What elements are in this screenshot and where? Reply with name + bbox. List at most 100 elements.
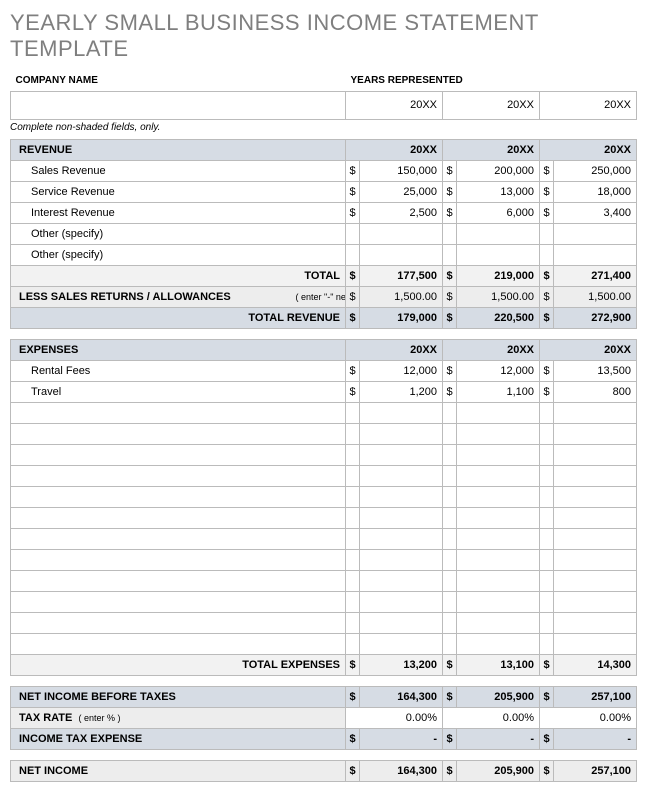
expense-row-v3[interactable] <box>554 507 637 528</box>
revenue-row-v2[interactable]: 13,000 <box>457 181 540 202</box>
expense-row-v3[interactable] <box>554 465 637 486</box>
expense-row-label[interactable] <box>11 612 346 633</box>
dollar-sign <box>443 423 457 444</box>
expense-row-v1[interactable] <box>360 570 443 591</box>
dollar-sign: $ <box>346 654 360 675</box>
expense-row-v1[interactable] <box>360 402 443 423</box>
expense-row-v1[interactable]: 12,000 <box>360 360 443 381</box>
expense-row-v1[interactable] <box>360 528 443 549</box>
expense-row-v3[interactable] <box>554 486 637 507</box>
revenue-row-v1[interactable]: 2,500 <box>360 202 443 223</box>
expense-row-v2[interactable]: 1,100 <box>457 381 540 402</box>
expense-row-v2[interactable] <box>457 549 540 570</box>
expense-row-label[interactable] <box>11 633 346 654</box>
expense-row-v3[interactable]: 800 <box>554 381 637 402</box>
expense-row-v2[interactable] <box>457 444 540 465</box>
revenue-row-v3[interactable]: 3,400 <box>554 202 637 223</box>
expense-row-label[interactable] <box>11 507 346 528</box>
less-returns-v1[interactable]: 1,500.00 <box>360 286 443 307</box>
less-returns-v3[interactable]: 1,500.00 <box>554 286 637 307</box>
expense-row-v2[interactable] <box>457 570 540 591</box>
total-revenue-label: TOTAL REVENUE <box>11 307 346 328</box>
expense-row-label[interactable] <box>11 423 346 444</box>
expense-row-v2[interactable] <box>457 423 540 444</box>
expense-row-v3[interactable] <box>554 444 637 465</box>
expenses-header: EXPENSES <box>11 339 346 360</box>
total-expenses-v1: 13,200 <box>360 654 443 675</box>
revenue-row-label[interactable]: Interest Revenue <box>11 202 346 223</box>
tax-rate-v1[interactable]: 0.00% <box>346 707 443 728</box>
expense-row-v2[interactable] <box>457 528 540 549</box>
expense-row-v3[interactable] <box>554 591 637 612</box>
expense-row-v1[interactable]: 1,200 <box>360 381 443 402</box>
tax-rate-v3[interactable]: 0.00% <box>540 707 637 728</box>
expense-row-v2[interactable] <box>457 486 540 507</box>
table-row <box>11 402 637 423</box>
revenue-row-v2[interactable]: 200,000 <box>457 160 540 181</box>
revenue-row-v1[interactable]: 25,000 <box>360 181 443 202</box>
expense-row-label[interactable]: Travel <box>11 381 346 402</box>
expense-row-v1[interactable] <box>360 423 443 444</box>
expense-row-v1[interactable] <box>360 507 443 528</box>
table-row <box>11 444 637 465</box>
company-name-input[interactable] <box>11 91 346 119</box>
dollar-sign <box>443 465 457 486</box>
table-row: Travel $ 1,200 $ 1,100 $ 800 <box>11 381 637 402</box>
expense-row-label[interactable] <box>11 591 346 612</box>
revenue-row-v3[interactable]: 250,000 <box>554 160 637 181</box>
expense-row-label[interactable]: Rental Fees <box>11 360 346 381</box>
less-returns-hint: ( enter "-" negative amou <box>291 286 346 307</box>
dollar-sign <box>346 591 360 612</box>
expense-row-v2[interactable] <box>457 507 540 528</box>
expense-row-v2[interactable] <box>457 591 540 612</box>
revenue-row-v3[interactable]: 18,000 <box>554 181 637 202</box>
expense-row-v1[interactable] <box>360 612 443 633</box>
expense-row-v3[interactable] <box>554 528 637 549</box>
revenue-row-label[interactable]: Sales Revenue <box>11 160 346 181</box>
total-expenses-v3: 14,300 <box>554 654 637 675</box>
expense-row-v1[interactable] <box>360 633 443 654</box>
expense-row-v2[interactable] <box>457 402 540 423</box>
revenue-row-v1[interactable]: 150,000 <box>360 160 443 181</box>
expense-row-v2[interactable]: 12,000 <box>457 360 540 381</box>
expense-row-v3[interactable] <box>554 402 637 423</box>
expense-row-label[interactable] <box>11 549 346 570</box>
expense-row-v3[interactable] <box>554 570 637 591</box>
tax-rate-v2[interactable]: 0.00% <box>443 707 540 728</box>
expense-row-v2[interactable] <box>457 612 540 633</box>
expense-row-v2[interactable] <box>457 633 540 654</box>
revenue-row-v1[interactable] <box>360 244 443 265</box>
expense-row-label[interactable] <box>11 465 346 486</box>
year1-input[interactable]: 20XX <box>346 91 443 119</box>
expense-row-label[interactable] <box>11 528 346 549</box>
revenue-row-label[interactable]: Other (specify) <box>11 244 346 265</box>
expense-row-v3[interactable] <box>554 423 637 444</box>
expense-row-v2[interactable] <box>457 465 540 486</box>
revenue-row-label[interactable]: Other (specify) <box>11 223 346 244</box>
dollar-sign <box>540 402 554 423</box>
less-returns-v2[interactable]: 1,500.00 <box>457 286 540 307</box>
expense-row-v1[interactable] <box>360 486 443 507</box>
expense-row-v3[interactable] <box>554 633 637 654</box>
expense-row-v1[interactable] <box>360 444 443 465</box>
revenue-row-v2[interactable] <box>457 223 540 244</box>
revenue-row-v2[interactable]: 6,000 <box>457 202 540 223</box>
year2-input[interactable]: 20XX <box>443 91 540 119</box>
revenue-row-v3[interactable] <box>554 223 637 244</box>
revenue-row-v2[interactable] <box>457 244 540 265</box>
expense-row-v3[interactable] <box>554 549 637 570</box>
revenue-row-v1[interactable] <box>360 223 443 244</box>
expense-row-label[interactable] <box>11 402 346 423</box>
revenue-row-v3[interactable] <box>554 244 637 265</box>
revenue-row-label[interactable]: Service Revenue <box>11 181 346 202</box>
expense-row-v1[interactable] <box>360 465 443 486</box>
expense-row-v1[interactable] <box>360 591 443 612</box>
expense-row-v3[interactable]: 13,500 <box>554 360 637 381</box>
expenses-table: EXPENSES 20XX 20XX 20XX Rental Fees $ 12… <box>10 339 637 676</box>
expense-row-v3[interactable] <box>554 612 637 633</box>
expense-row-label[interactable] <box>11 570 346 591</box>
year3-input[interactable]: 20XX <box>539 91 636 119</box>
expense-row-v1[interactable] <box>360 549 443 570</box>
expense-row-label[interactable] <box>11 486 346 507</box>
expense-row-label[interactable] <box>11 444 346 465</box>
